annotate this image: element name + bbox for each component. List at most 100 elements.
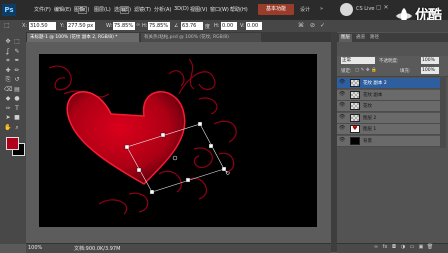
fill-label: 填充: xyxy=(400,69,411,74)
delete-layer-icon[interactable]: 🗑 xyxy=(426,244,434,251)
layer-row[interactable]: 👁 花纹 副本 xyxy=(337,89,440,101)
menu-layer[interactable]: 图层(L) xyxy=(94,6,111,13)
layer-style-icon[interactable]: fx xyxy=(381,244,389,251)
menu-file[interactable]: 文件(F) xyxy=(34,6,51,13)
layer-thumbnail xyxy=(350,102,360,110)
opacity-label: 不透明度: xyxy=(379,59,399,64)
layers-scrollbar[interactable] xyxy=(440,76,446,148)
fill-input[interactable]: 100% xyxy=(421,67,439,74)
menu-window[interactable]: 窗口(W) xyxy=(210,6,229,13)
cancel-transform-icon[interactable]: ⊘ xyxy=(310,22,315,29)
layer-name: 花纹 xyxy=(363,104,372,109)
w-label: W: xyxy=(106,23,113,29)
blur-tool-icon[interactable]: ◆ xyxy=(4,95,12,103)
tab-paths[interactable]: 路径 xyxy=(368,34,381,42)
path-select-icon[interactable]: ➤ xyxy=(4,114,12,122)
layer-row[interactable]: 👁 ♥ 图层 1 xyxy=(337,124,440,135)
eraser-tool-icon[interactable]: ⌫ xyxy=(4,86,12,94)
type-tool-icon[interactable]: T xyxy=(13,105,21,113)
visibility-eye-icon[interactable]: 👁 xyxy=(339,103,345,108)
opacity-input[interactable]: 100% xyxy=(421,57,439,64)
launch-bridge-icon[interactable]: Br xyxy=(78,6,87,14)
new-group-icon[interactable]: ▭ xyxy=(408,244,416,251)
history-brush-icon[interactable]: ↺ xyxy=(13,76,21,84)
h-input[interactable]: 75.85% xyxy=(148,22,170,30)
vskew-input[interactable]: 0.00 xyxy=(246,22,262,30)
layer-name: 背景 xyxy=(363,138,372,144)
w-input[interactable]: 75.85% xyxy=(113,22,135,30)
visibility-eye-icon[interactable]: 👁 xyxy=(339,137,345,143)
eyedropper-tool-icon[interactable]: ✒ xyxy=(13,57,21,65)
foreground-color-swatch[interactable] xyxy=(6,137,19,150)
zoom-tool-icon[interactable]: ⌕ xyxy=(13,124,21,132)
vskew-label: V: xyxy=(240,23,245,29)
adjustment-layer-icon[interactable]: ◑ xyxy=(399,244,407,251)
window-controls[interactable]: – ▢ ✕ xyxy=(371,4,389,11)
quick-select-tool-icon[interactable]: ✎ xyxy=(13,48,21,56)
lasso-tool-icon[interactable]: ʆ xyxy=(4,48,12,56)
link-icon[interactable]: ∞ xyxy=(136,22,140,28)
y-input[interactable]: 277.50 px xyxy=(67,22,95,30)
document-canvas[interactable]: ↻ xyxy=(39,54,317,227)
commit-transform-icon[interactable]: ✓ xyxy=(320,22,325,29)
visibility-eye-icon[interactable]: 👁 xyxy=(339,91,345,97)
link-layers-icon[interactable]: ∞ xyxy=(372,244,380,251)
menu-analysis[interactable]: 分析(A) xyxy=(154,6,171,13)
layer-name: 图层 2 xyxy=(363,115,377,121)
lock-icons[interactable]: ▢ ✎ ✥ 🔒 xyxy=(355,68,377,73)
layer-thumbnail xyxy=(350,113,360,122)
layer-thumbnail xyxy=(350,79,360,87)
layer-thumbnail xyxy=(350,90,360,99)
artwork: ↻ xyxy=(48,58,237,215)
move-tool-icon[interactable]: ✥ xyxy=(4,38,12,46)
menu-view[interactable]: 视图(V) xyxy=(190,6,207,13)
shape-tool-icon[interactable]: ■ xyxy=(13,114,21,122)
h-label: H: xyxy=(142,23,148,29)
brush-tool-icon[interactable]: ✏ xyxy=(13,67,21,75)
workspace-design[interactable]: 设计 xyxy=(300,6,310,13)
hand-tool-icon[interactable]: ✋ xyxy=(4,124,12,132)
tab-document-2[interactable]: 有关热(粘帖,psd @ 100% (花纹, RGB/8) xyxy=(141,33,261,42)
crop-tool-icon[interactable]: ⌗ xyxy=(4,57,12,65)
visibility-eye-icon[interactable]: 👁 xyxy=(339,80,345,85)
y-label: Y: xyxy=(60,23,65,29)
menu-filter[interactable]: 滤镜(T) xyxy=(134,6,151,13)
layer-row[interactable]: 👁 花纹 副本 2 xyxy=(337,78,440,89)
photoshop-logo-icon: Ps xyxy=(2,4,16,16)
pen-tool-icon[interactable]: ✑ xyxy=(4,105,12,113)
visibility-eye-icon[interactable]: 👁 xyxy=(339,114,345,120)
healing-brush-icon[interactable]: ✚ xyxy=(4,67,12,75)
tab-document-active[interactable]: 未标题-1 @ 100% (花纹 副本 2, RGB/8) * xyxy=(27,33,139,42)
layer-thumbnail: ♥ xyxy=(350,125,360,133)
angle-input[interactable]: 63.76 xyxy=(181,22,203,30)
visibility-eye-icon[interactable]: 👁 xyxy=(339,126,345,131)
marquee-tool-icon[interactable]: ⬚ xyxy=(13,38,21,46)
layer-row[interactable]: 👁 背景 xyxy=(337,135,440,147)
layer-row[interactable]: 👁 花纹 xyxy=(337,101,440,112)
menu-edit[interactable]: 编辑(E) xyxy=(54,6,71,13)
arrange-documents-icon[interactable]: ▦ xyxy=(120,6,129,14)
layer-mask-icon[interactable]: ◘ xyxy=(390,244,398,251)
layer-name: 图层 1 xyxy=(363,127,377,132)
zoom-level[interactable]: 100% xyxy=(28,245,42,251)
workspace-more[interactable]: » xyxy=(320,6,323,12)
menu-help[interactable]: 帮助(H) xyxy=(230,6,248,13)
x-label: X: xyxy=(22,23,28,29)
new-layer-icon[interactable]: ▣ xyxy=(417,244,425,251)
hskew-input[interactable]: 0.00 xyxy=(221,22,237,30)
gradient-tool-icon[interactable]: ▤ xyxy=(13,86,21,94)
menu-3d[interactable]: 3D(D) xyxy=(174,6,189,12)
transform-tool-icon[interactable]: ⬚ xyxy=(4,22,14,30)
cs-live-icon[interactable] xyxy=(340,3,353,16)
angle-label: ∠ xyxy=(174,23,179,29)
clone-stamp-icon[interactable]: ⎘ xyxy=(4,76,12,84)
workspace-button[interactable]: 基本功能 xyxy=(258,4,294,15)
degree-label: 度 xyxy=(205,24,211,30)
x-input[interactable]: 310.50 px xyxy=(29,22,56,37)
dodge-tool-icon[interactable]: ● xyxy=(13,95,21,103)
tab-layers[interactable]: 图层 xyxy=(339,34,352,42)
warp-icon[interactable]: ⌘ xyxy=(298,22,304,29)
tab-channels[interactable]: 通道 xyxy=(354,34,367,42)
layer-row[interactable]: 👁 图层 2 xyxy=(337,112,440,124)
blend-mode-select[interactable]: 正常 xyxy=(341,57,375,64)
